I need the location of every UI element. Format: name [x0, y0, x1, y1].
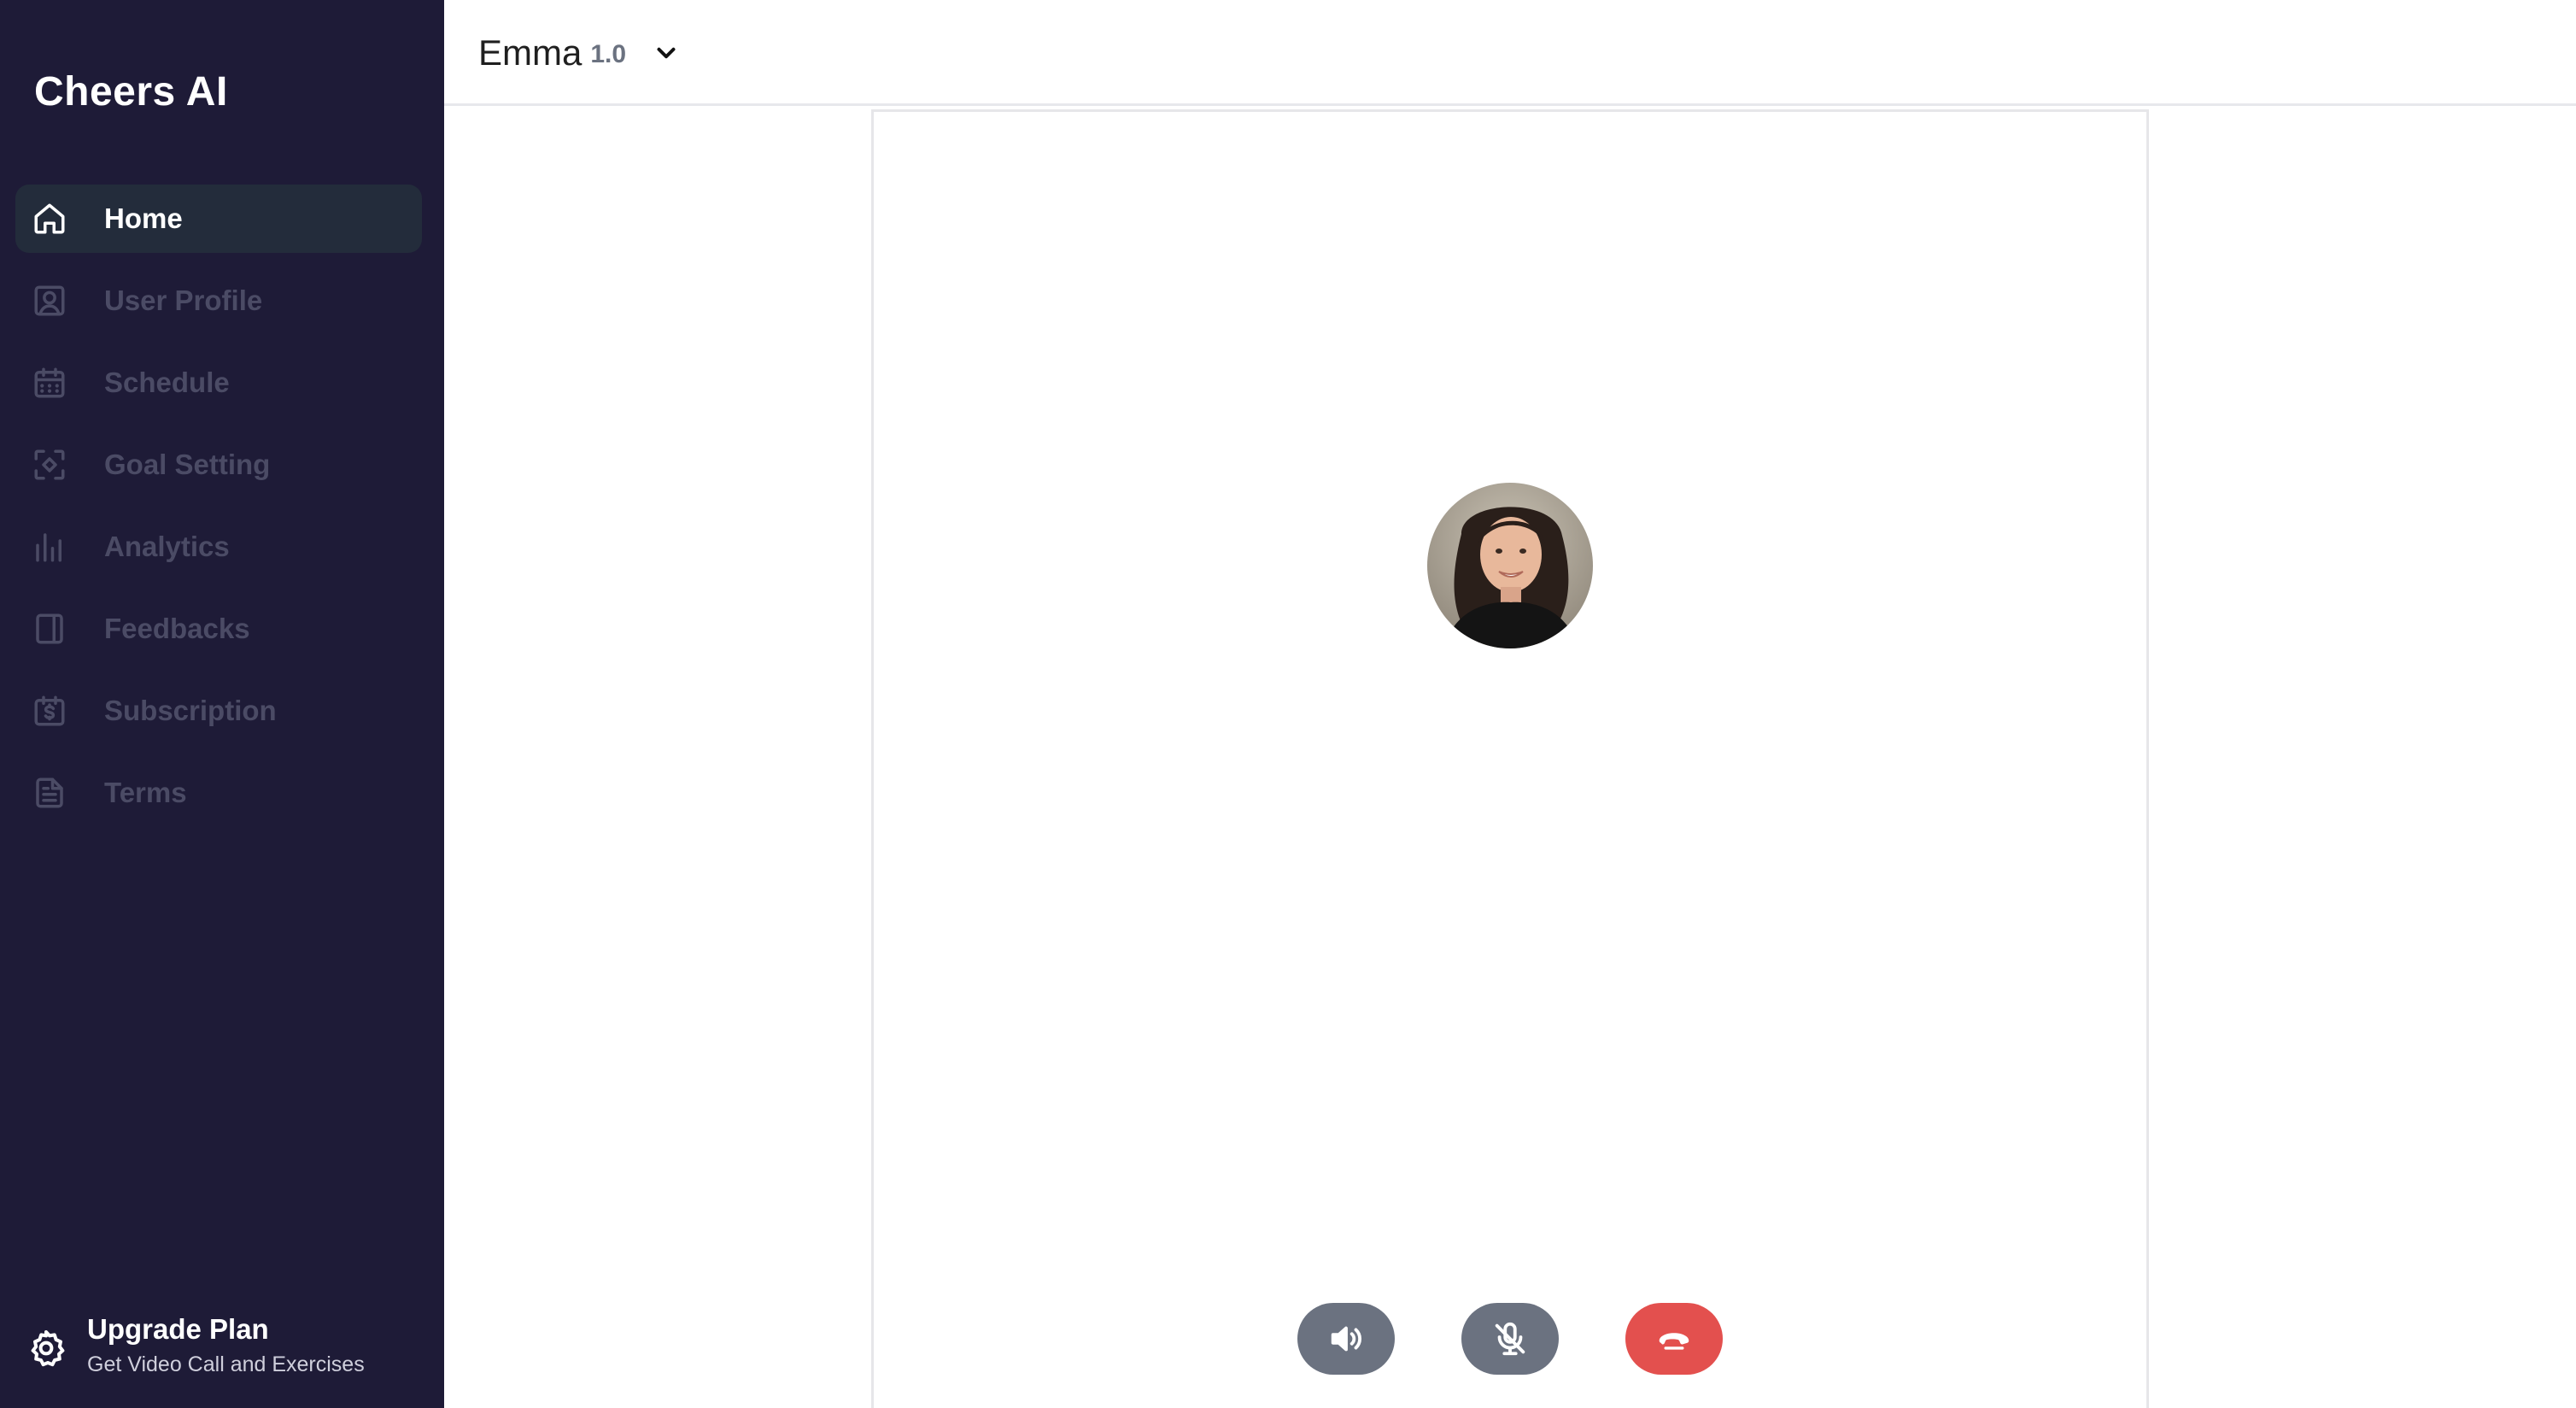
user-profile-icon — [15, 267, 84, 335]
sidebar-item-label: Home — [104, 202, 183, 234]
upgrade-plan-subtitle: Get Video Call and Exercises — [87, 1352, 365, 1376]
calendar-icon — [15, 349, 84, 417]
speaker-button[interactable] — [1297, 1303, 1395, 1375]
bar-chart-icon — [15, 513, 84, 581]
target-icon — [15, 431, 84, 499]
home-icon — [15, 185, 84, 253]
agent-name: Emma — [478, 32, 583, 73]
avatar-photo — [1427, 483, 1593, 648]
sidebar-item-subscription[interactable]: Subscription — [15, 677, 422, 745]
agent-selector[interactable]: Emma 1.0 — [478, 26, 681, 80]
hang-up-button[interactable] — [1625, 1303, 1723, 1375]
phone-hangup-icon — [1659, 1333, 1689, 1350]
sidebar-item-user-profile[interactable]: User Profile — [15, 267, 422, 335]
book-icon — [15, 595, 84, 663]
dollar-calendar-icon — [15, 677, 84, 745]
avatar — [1427, 483, 1593, 648]
sidebar-item-terms[interactable]: Terms — [15, 759, 422, 827]
sidebar-item-label: Analytics — [104, 531, 230, 562]
upgrade-plan-button[interactable]: Upgrade Plan Get Video Call and Exercise… — [26, 1311, 427, 1387]
brand-logo: Cheers AI — [34, 69, 228, 114]
document-icon — [15, 759, 84, 827]
sidebar-item-label: Goal Setting — [104, 449, 271, 480]
sidebar-item-label: Feedbacks — [104, 613, 250, 644]
mute-button[interactable] — [1461, 1303, 1559, 1375]
top-header: Emma 1.0 — [444, 0, 2576, 106]
sidebar-item-feedbacks[interactable]: Feedbacks — [15, 595, 422, 663]
sidebar-item-label: User Profile — [104, 285, 263, 316]
gear-icon — [31, 1330, 65, 1367]
sidebar-item-goal-setting[interactable]: Goal Setting — [15, 431, 422, 499]
sidebar: Cheers AI Home User Profile Schedule Goa… — [0, 0, 444, 1408]
upgrade-plan-text: Upgrade Plan Get Video Call and Exercise… — [87, 1311, 365, 1379]
sidebar-item-label: Terms — [104, 777, 187, 808]
speaker-icon — [1331, 1326, 1362, 1352]
sidebar-item-schedule[interactable]: Schedule — [15, 349, 422, 417]
sidebar-item-analytics[interactable]: Analytics — [15, 513, 422, 581]
sidebar-item-label: Subscription — [104, 695, 277, 726]
sidebar-nav: Home User Profile Schedule Goal Setting … — [15, 185, 422, 841]
upgrade-plan-title: Upgrade Plan — [87, 1313, 269, 1345]
agent-version: 1.0 — [590, 40, 627, 68]
sidebar-item-home[interactable]: Home — [15, 185, 422, 253]
call-controls — [1297, 1303, 1724, 1375]
chevron-down-icon — [657, 47, 676, 59]
call-panel — [871, 109, 2149, 1408]
mic-off-icon — [1495, 1322, 1525, 1356]
sidebar-item-label: Schedule — [104, 367, 230, 398]
